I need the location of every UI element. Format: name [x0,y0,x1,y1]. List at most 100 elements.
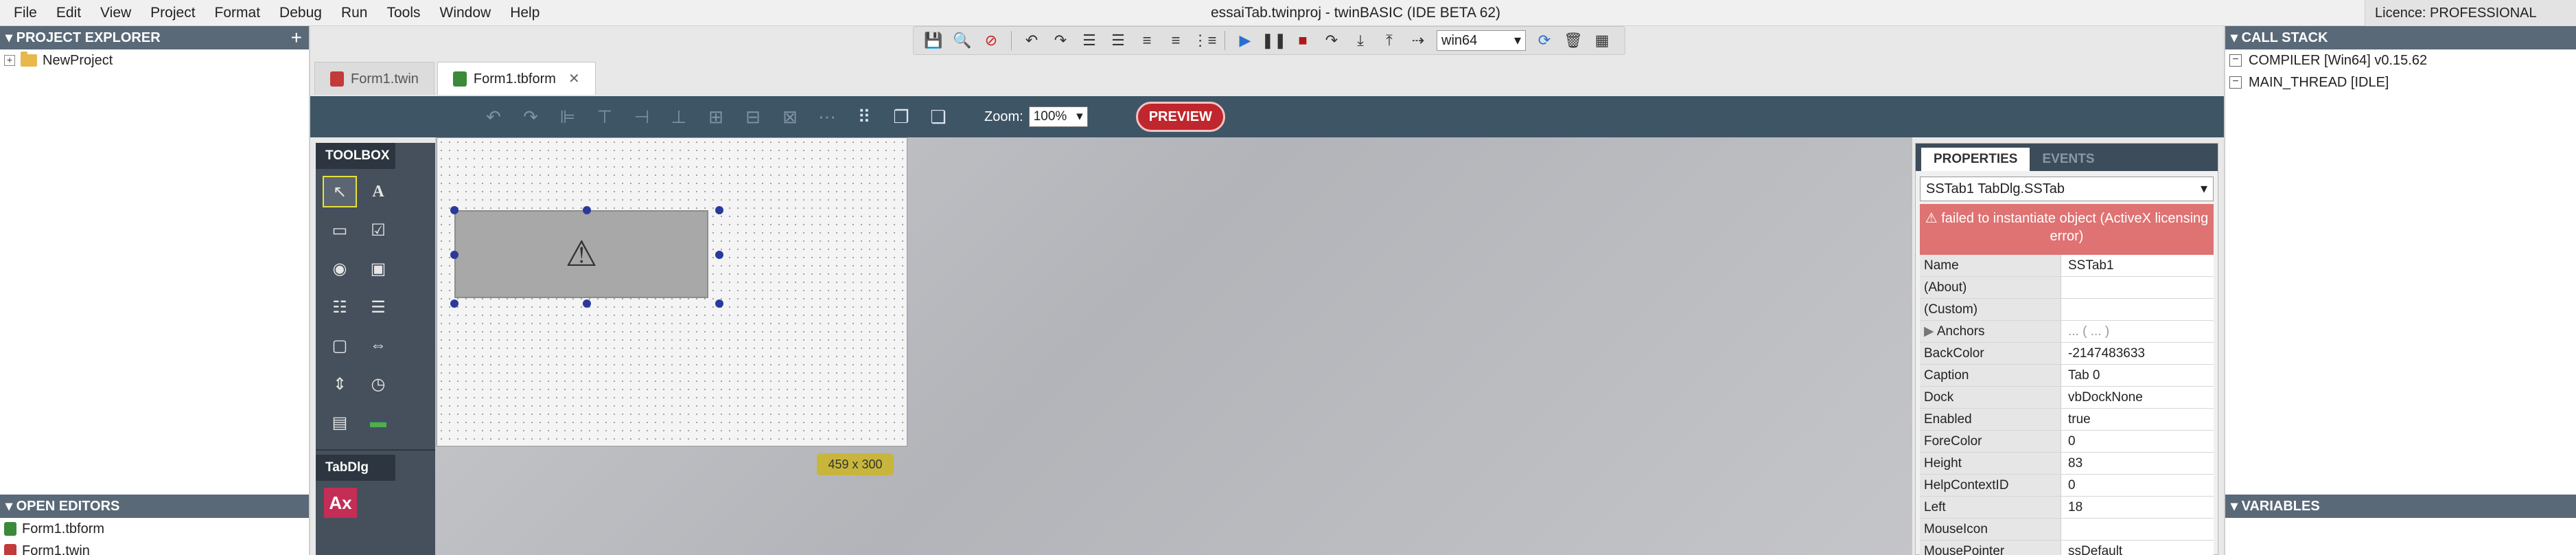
sstab-control[interactable]: ⚠ [454,210,708,298]
property-row[interactable]: (About) [1920,277,2214,299]
property-row[interactable]: HelpContextID 0 [1920,475,2214,497]
add-icon[interactable]: + [291,26,302,49]
tab-events[interactable]: EVENTS [2030,148,2107,171]
property-value[interactable] [2061,277,2214,298]
redo-icon[interactable]: ↷ [1050,30,1071,51]
grid-icon[interactable]: ▦ [1592,30,1612,51]
scrollbar-tool-icon[interactable]: ⇔ [361,330,395,361]
close-icon[interactable]: ✕ [568,63,580,95]
align-left-icon[interactable]: ⊫ [554,103,581,131]
step-over-icon[interactable]: ↷ [1321,30,1342,51]
menu-file[interactable]: File [4,5,47,21]
comment-icon[interactable]: ≡ [1137,30,1157,51]
property-value[interactable]: 18 [2061,497,2214,518]
send-back-icon[interactable]: ❏ [925,103,952,131]
undo-icon[interactable]: ↶ [1021,30,1042,51]
open-editor-item[interactable]: Form1.twin [0,540,309,555]
property-row[interactable]: Height 83 [1920,453,2214,475]
variables-header[interactable]: ▾ VARIABLES [2225,495,2576,518]
property-value[interactable]: ssDefault [2061,541,2214,555]
same-size-icon[interactable]: ⊠ [776,103,804,131]
collapse-icon[interactable]: − [2229,76,2242,89]
toolbox-section-tabdlg[interactable]: TabDlg [316,455,395,481]
uncomment-icon[interactable]: ≡ [1165,30,1186,51]
frame-tool-icon[interactable]: ▣ [361,253,395,284]
save-icon[interactable]: 💾 [923,30,944,51]
refresh-icon[interactable]: ⟳ [1534,30,1555,51]
property-value[interactable]: Tab 0 [2061,365,2214,386]
textbox-tool-icon[interactable]: ▭ [323,214,357,246]
tab-form1-tbform[interactable]: Form1.tbform ✕ [437,62,596,95]
open-editor-item[interactable]: Form1.tbform [0,518,309,540]
stop-build-icon[interactable]: ⊘ [981,30,1001,51]
property-value[interactable]: SSTab1 [2061,255,2214,276]
resize-handle[interactable] [450,299,459,308]
align-center-icon[interactable]: ⊤ [591,103,618,131]
indent-icon[interactable]: ☰ [1079,30,1100,51]
property-row[interactable]: MousePointer ssDefault [1920,541,2214,555]
resize-handle[interactable] [583,206,591,214]
project-explorer-header[interactable]: ▾ PROJECT EXPLORER + [0,26,309,49]
menu-tools[interactable]: Tools [377,5,430,21]
collapse-icon[interactable]: − [2229,54,2242,67]
stop-icon[interactable]: ■ [1292,30,1313,51]
align-right-icon[interactable]: ⊣ [628,103,655,131]
property-value[interactable] [2061,299,2214,320]
menu-debug[interactable]: Debug [270,5,332,21]
tree-item-newproject[interactable]: + NewProject [0,49,309,71]
step-into-icon[interactable]: ⤓ [1350,30,1371,51]
option-tool-icon[interactable]: ◉ [323,253,357,284]
menu-view[interactable]: View [91,5,141,21]
combobox-tool-icon[interactable]: ☰ [361,291,395,323]
menu-edit[interactable]: Edit [47,5,91,21]
spacing-icon[interactable]: ⋯ [813,103,841,131]
same-height-icon[interactable]: ⊟ [739,103,767,131]
bring-front-icon[interactable]: ❐ [887,103,915,131]
undo-icon[interactable]: ↶ [480,103,507,131]
activex-tool-icon[interactable]: Ax [324,488,357,518]
image-tool-icon[interactable]: ▤ [323,407,357,438]
menu-format[interactable]: Format [205,5,270,21]
call-stack-item[interactable]: − COMPILER [Win64] v0.15.62 [2225,49,2576,71]
resize-handle[interactable] [715,251,723,259]
snap-grid-icon[interactable]: ⠿ [850,103,878,131]
property-value[interactable] [2061,519,2214,540]
step-out-icon[interactable]: ⤒ [1379,30,1400,51]
picture-tool-icon[interactable]: ▢ [323,330,357,361]
zoom-select[interactable]: 100% [1028,106,1088,127]
resize-handle[interactable] [583,299,591,308]
property-value[interactable]: 83 [2061,453,2214,474]
call-stack-item[interactable]: − MAIN_THREAD [IDLE] [2225,71,2576,93]
property-value[interactable]: ... ( ... ) [2061,321,2214,342]
object-select[interactable]: SSTab1 TabDlg.SSTab [1920,177,2214,201]
same-width-icon[interactable]: ⊞ [702,103,730,131]
property-row[interactable]: Left 18 [1920,497,2214,519]
expand-icon[interactable]: + [4,55,15,66]
timer-tool-icon[interactable]: ◷ [361,368,395,400]
menu-run[interactable]: Run [332,5,378,21]
property-value[interactable]: 0 [2061,431,2214,452]
outdent-icon[interactable]: ☰ [1108,30,1128,51]
tab-form1-twin[interactable]: Form1.twin [314,62,434,95]
label-tool-icon[interactable]: A [361,176,395,207]
redo-icon[interactable]: ↷ [517,103,544,131]
run-icon[interactable]: ▶ [1235,30,1255,51]
vscroll-tool-icon[interactable]: ⇕ [323,368,357,400]
tab-properties[interactable]: PROPERTIES [1921,148,2030,171]
find-icon[interactable]: 🔍 [952,30,973,51]
progress-tool-icon[interactable]: ▬ [361,407,395,438]
property-value[interactable]: true [2061,409,2214,430]
preview-button[interactable]: PREVIEW [1135,102,1225,132]
align-bottom-icon[interactable]: ⊥ [665,103,693,131]
resize-handle[interactable] [715,206,723,214]
property-row[interactable]: (Custom) [1920,299,2214,321]
property-row[interactable]: BackColor -2147483633 [1920,343,2214,365]
resize-handle[interactable] [450,206,459,214]
property-row[interactable]: Enabled true [1920,409,2214,431]
property-row[interactable]: Name SSTab1 [1920,255,2214,277]
pause-icon[interactable]: ❚❚ [1262,30,1287,51]
resize-handle[interactable] [450,251,459,259]
listbox-tool-icon[interactable]: ☷ [323,291,357,323]
menu-window[interactable]: Window [430,5,501,21]
checkbox-tool-icon[interactable]: ☑ [361,214,395,246]
